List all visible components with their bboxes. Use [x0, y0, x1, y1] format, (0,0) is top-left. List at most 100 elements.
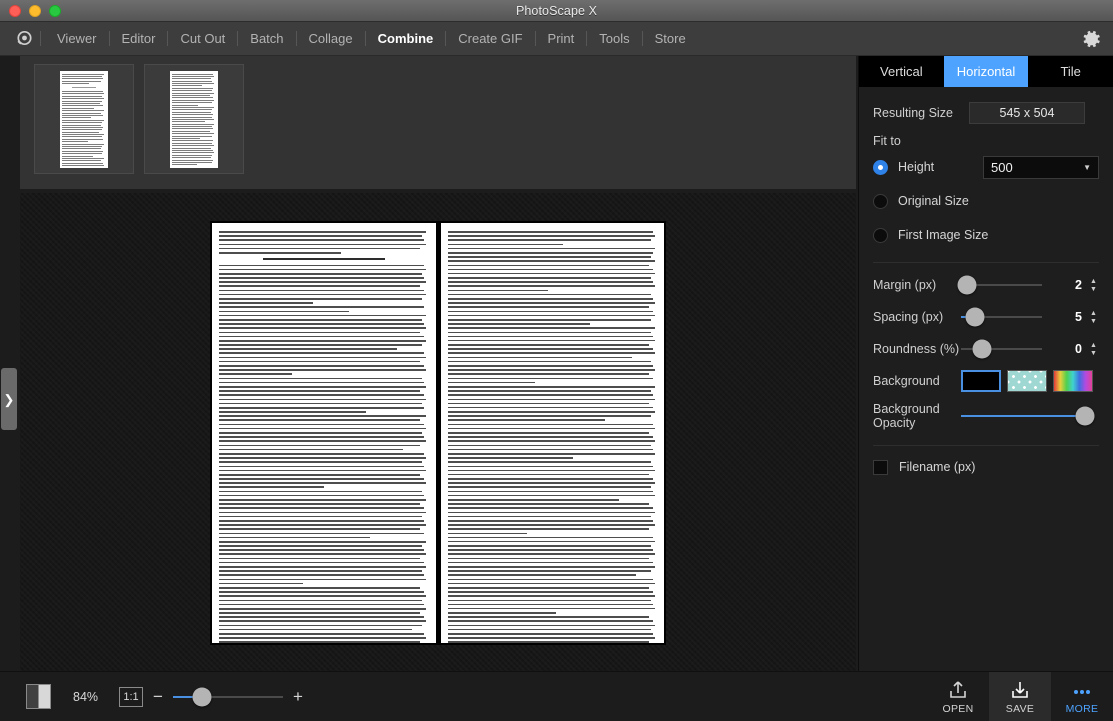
- roundness-slider-row[interactable]: Roundness (%) 0 ▲ ▼: [873, 333, 1099, 365]
- chevron-right-icon[interactable]: ❯: [1, 368, 17, 430]
- swatch-rainbow-gradient[interactable]: [1053, 370, 1093, 392]
- tab-horizontal[interactable]: Horizontal: [943, 56, 1029, 87]
- combined-page-right: [440, 223, 664, 643]
- spacing-stepper[interactable]: ▲ ▼: [1088, 310, 1099, 325]
- background-opacity-knob[interactable]: [1075, 406, 1095, 426]
- height-value: 500: [991, 159, 1013, 175]
- layout-tabs: Vertical Horizontal Tile: [859, 56, 1113, 87]
- menu-bar: Viewer Editor Cut Out Batch Collage Comb…: [0, 22, 1113, 56]
- menu-item-batch[interactable]: Batch: [239, 28, 294, 49]
- menu-item-editor[interactable]: Editor: [111, 28, 167, 49]
- menu-item-collage[interactable]: Collage: [298, 28, 364, 49]
- zoom-slider-track[interactable]: [172, 687, 283, 706]
- fit-view-icon[interactable]: [26, 684, 51, 709]
- bottom-bar: 84% 1:1 − + OPEN SAVE MORE: [0, 671, 1113, 721]
- panel-divider: [873, 445, 1099, 446]
- menu-divider: [167, 31, 169, 46]
- zoom-percent: 84%: [73, 689, 99, 704]
- menu-item-store[interactable]: Store: [644, 28, 697, 49]
- menu-divider: [237, 31, 239, 46]
- menu-divider: [364, 31, 366, 46]
- panel-divider: [873, 262, 1099, 263]
- save-button[interactable]: SAVE: [989, 672, 1051, 721]
- menu-divider: [534, 31, 536, 46]
- roundness-slider-track[interactable]: [961, 339, 1042, 359]
- radio-option-original-size[interactable]: Original Size: [873, 184, 1099, 218]
- bottom-actions: OPEN SAVE MORE: [927, 672, 1113, 721]
- photoscape-logo-icon[interactable]: [9, 28, 39, 50]
- swatch-black[interactable]: [961, 370, 1002, 392]
- spacing-slider-row[interactable]: Spacing (px) 5 ▲ ▼: [873, 301, 1099, 333]
- roundness-label: Roundness (%): [873, 342, 960, 356]
- more-label: MORE: [1065, 702, 1099, 715]
- filename-label: Filename (px): [899, 460, 976, 474]
- background-label: Background: [873, 374, 940, 388]
- tab-vertical[interactable]: Vertical: [859, 56, 944, 87]
- open-label: OPEN: [942, 702, 974, 715]
- roundness-slider-knob[interactable]: [972, 339, 992, 359]
- fit-to-label: Fit to: [873, 134, 901, 148]
- resulting-size-label: Resulting Size: [873, 106, 953, 120]
- menu-divider: [295, 31, 297, 46]
- margin-stepper[interactable]: ▲ ▼: [1088, 278, 1099, 293]
- thumbnail-item[interactable]: [34, 64, 134, 174]
- spacing-value[interactable]: 5: [1056, 310, 1082, 324]
- one-to-one-button[interactable]: 1:1: [119, 686, 143, 707]
- background-row: Background: [873, 365, 1099, 397]
- menu-divider: [586, 31, 588, 46]
- radio-option-height[interactable]: Height 500 ▼: [873, 150, 1099, 184]
- background-opacity-label: Background Opacity: [873, 402, 940, 430]
- menu-item-print[interactable]: Print: [537, 28, 586, 49]
- plus-icon[interactable]: +: [293, 688, 303, 705]
- background-opacity-row[interactable]: Background Opacity: [873, 397, 1099, 435]
- menu-item-cut-out[interactable]: Cut Out: [169, 28, 236, 49]
- tab-tile[interactable]: Tile: [1028, 56, 1113, 87]
- swatch-pattern-dots[interactable]: [1007, 370, 1048, 392]
- zoom-slider-knob[interactable]: [192, 687, 212, 706]
- radio-height-icon[interactable]: [873, 159, 888, 175]
- radio-height-label: Height: [898, 160, 935, 174]
- thumbnail-item[interactable]: [144, 64, 244, 174]
- upload-arrow-icon: [947, 680, 969, 700]
- radio-original-size-icon[interactable]: [873, 193, 888, 209]
- preview-canvas[interactable]: [20, 193, 856, 671]
- title-bar: PhotoScape X: [0, 0, 1113, 22]
- filename-row[interactable]: Filename (px): [873, 452, 1099, 482]
- spacing-slider-knob[interactable]: [965, 307, 985, 327]
- margin-slider-knob[interactable]: [957, 275, 977, 295]
- menu-item-tools[interactable]: Tools: [588, 28, 640, 49]
- gear-icon[interactable]: [1082, 29, 1102, 49]
- margin-slider-row[interactable]: Margin (px) 2 ▲ ▼: [873, 269, 1099, 301]
- background-opacity-track[interactable]: [961, 406, 1095, 426]
- menu-divider: [445, 31, 447, 46]
- menu-item-create-gif[interactable]: Create GIF: [447, 28, 533, 49]
- menu-item-viewer[interactable]: Viewer: [46, 28, 108, 49]
- filename-checkbox[interactable]: [873, 459, 888, 475]
- resulting-size-row: Resulting Size 545 x 504: [873, 99, 1099, 127]
- more-button[interactable]: MORE: [1051, 672, 1113, 721]
- margin-slider-track[interactable]: [957, 275, 1042, 295]
- radio-first-image-size-icon[interactable]: [873, 227, 888, 243]
- margin-label: Margin (px): [873, 278, 937, 292]
- menu-divider: [40, 31, 41, 46]
- menu-divider: [108, 31, 110, 46]
- roundness-value[interactable]: 0: [1056, 342, 1082, 356]
- settings-panel: Vertical Horizontal Tile Resulting Size …: [858, 56, 1113, 671]
- spacing-slider-track[interactable]: [961, 307, 1042, 327]
- menu-item-combine[interactable]: Combine: [367, 28, 445, 49]
- minus-icon[interactable]: −: [153, 688, 163, 705]
- spacing-label: Spacing (px): [873, 310, 944, 324]
- menu-items: Viewer Editor Cut Out Batch Collage Comb…: [46, 28, 697, 49]
- save-label: SAVE: [1005, 702, 1035, 715]
- open-button[interactable]: OPEN: [927, 672, 989, 721]
- thumbnail-preview: [60, 70, 108, 168]
- thumbnail-strip[interactable]: [20, 56, 856, 189]
- radio-option-first-image-size[interactable]: First Image Size: [873, 218, 1099, 252]
- chevron-down-icon: ▼: [1083, 162, 1091, 172]
- combined-image-preview[interactable]: [210, 221, 666, 645]
- roundness-stepper[interactable]: ▲ ▼: [1088, 342, 1099, 357]
- height-value-select[interactable]: 500 ▼: [983, 155, 1099, 179]
- download-arrow-icon: [1009, 680, 1031, 700]
- ellipsis-icon: [1071, 680, 1093, 700]
- margin-value[interactable]: 2: [1056, 278, 1082, 292]
